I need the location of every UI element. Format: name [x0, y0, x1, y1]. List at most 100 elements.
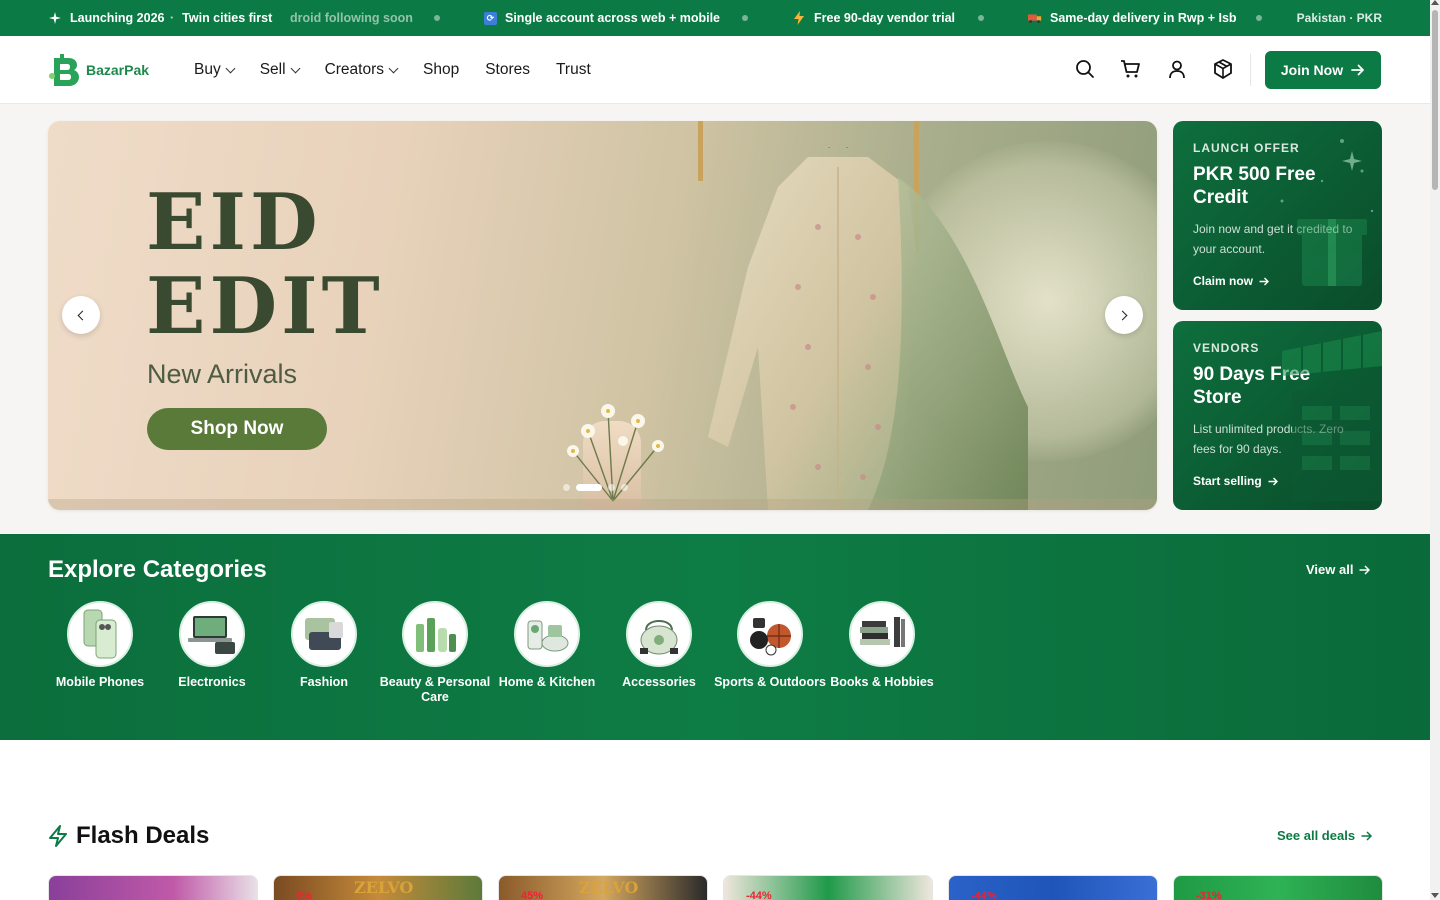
category-home-kitchen[interactable]: Home & Kitchen [491, 601, 603, 690]
site-header: BazarPak Buy Sell Creators Shop Stores T… [0, 36, 1430, 104]
join-now-button[interactable]: Join Now [1265, 51, 1381, 89]
ticker-text: Single account across web + mobile [505, 11, 720, 25]
ticker-text: droid following soon [290, 11, 413, 25]
ticker-text: Twin cities first [182, 11, 273, 25]
hero-flowers-image [567, 404, 664, 502]
region-label: Pakistan · PKR [1296, 11, 1382, 25]
category-mobile-phones[interactable]: Mobile Phones [44, 601, 156, 690]
nav-label: Trust [556, 61, 591, 78]
nav-trust[interactable]: Trust [556, 61, 591, 79]
category-books[interactable]: Books & Hobbies [826, 601, 938, 690]
books-icon [849, 601, 915, 667]
box-icon[interactable] [1212, 58, 1234, 80]
nav-sell[interactable]: Sell [259, 61, 301, 79]
search-icon[interactable] [1074, 58, 1096, 80]
category-electronics[interactable]: Electronics [156, 601, 268, 690]
chevron-down-icon [388, 63, 399, 73]
hero-title: EID EDIT [146, 181, 384, 349]
category-fashion[interactable]: Fashion [268, 601, 380, 690]
scroll-down-icon[interactable] [1431, 893, 1439, 898]
chevron-down-icon [290, 63, 301, 73]
promo-card-launch-offer[interactable]: LAUNCH OFFER PKR 500 Free Credit Join no… [1173, 121, 1382, 310]
carousel-dot[interactable] [563, 484, 570, 491]
nav-shop[interactable]: Shop [423, 61, 459, 79]
deal-card[interactable]: 45% ZELVO [498, 875, 708, 900]
ticker-item-twin: · Twin cities first [170, 11, 273, 25]
deal-card[interactable] [48, 875, 258, 900]
logo-text: BazarPak [86, 62, 150, 78]
logo-icon [48, 52, 82, 88]
logo[interactable]: BazarPak [48, 52, 149, 88]
deal-card[interactable]: 0% ZELVO [273, 875, 483, 900]
page-scrollbar[interactable] [1430, 0, 1440, 900]
nav-stores[interactable]: Stores [485, 61, 530, 79]
lightning-icon [49, 825, 67, 847]
nav-label: Stores [485, 61, 531, 78]
view-all-link[interactable]: View all [1306, 562, 1371, 577]
carousel-dot[interactable] [608, 484, 615, 491]
see-all-deals-link[interactable]: See all deals [1277, 828, 1373, 843]
ball-icon [737, 601, 803, 667]
categories-title: Explore Categories [48, 556, 267, 583]
chevron-left-icon [77, 310, 88, 320]
bag-icon [626, 601, 692, 667]
carousel-dot-active[interactable] [576, 484, 602, 491]
carousel-dot[interactable] [621, 484, 628, 491]
deal-discount-tag: -44% [746, 890, 772, 900]
category-label: Sports & Outdoors [714, 675, 826, 689]
arrow-right-icon [1259, 277, 1270, 285]
announcement-ticker: Launching 2026 · Twin cities first droid… [0, 0, 1430, 36]
ticker-text: Launching 2026 [70, 11, 165, 25]
deal-discount-tag: 45% [521, 890, 544, 900]
category-label: Books & Hobbies [830, 675, 934, 689]
nav-buy[interactable]: Buy [194, 61, 236, 79]
promo-card-vendors[interactable]: VENDORS 90 Days Free Store List unlimite… [1173, 321, 1382, 510]
chevron-right-icon [1117, 310, 1128, 320]
promo-link-label: Start selling [1193, 474, 1262, 488]
header-divider [1250, 54, 1251, 86]
hero-title-line: EDIT [146, 261, 384, 352]
category-label: Mobile Phones [55, 675, 145, 689]
storefront-illustration [1282, 331, 1382, 501]
nav-label: Creators [324, 61, 385, 78]
category-accessories[interactable]: Accessories [603, 601, 715, 690]
nav-label: Sell [259, 61, 286, 78]
promo-link-label: Claim now [1193, 274, 1254, 288]
sync-icon: ⟳ [484, 11, 497, 25]
header-actions [1074, 58, 1234, 80]
scroll-up-icon[interactable] [1431, 0, 1439, 5]
category-sports[interactable]: Sports & Outdoors [714, 601, 826, 690]
carousel-prev-button[interactable] [62, 296, 100, 334]
ticker-separator [434, 15, 440, 21]
deal-card[interactable]: -44% [723, 875, 933, 900]
gift-box-illustration [1280, 139, 1374, 286]
hero-dress-image [708, 147, 1028, 510]
deal-discount-tag: -44% [971, 890, 997, 900]
category-label: Fashion [300, 675, 348, 689]
cart-icon[interactable] [1120, 58, 1142, 80]
category-label: Beauty & Personal Care [379, 675, 491, 704]
nav-creators[interactable]: Creators [324, 61, 399, 79]
flash-deals-title-text: Flash Deals [76, 822, 210, 849]
ticker-separator [742, 15, 748, 21]
category-label: Home & Kitchen [498, 675, 596, 689]
category-beauty[interactable]: Beauty & Personal Care [379, 601, 491, 705]
join-now-label: Join Now [1280, 62, 1344, 78]
main-nav: Buy Sell Creators Shop Stores Trust [194, 36, 591, 104]
carousel-next-button[interactable] [1105, 296, 1143, 334]
user-icon[interactable] [1166, 58, 1188, 80]
carousel-dots [563, 484, 628, 491]
hero-shelf [48, 499, 1157, 510]
deal-card[interactable]: -31% [1173, 875, 1383, 900]
flash-deals-title: Flash Deals [48, 822, 209, 850]
claim-now-link[interactable]: Claim now [1193, 274, 1270, 288]
ticker-separator [978, 15, 984, 21]
ticker-text: Free 90-day vendor trial [814, 11, 956, 25]
scrollbar-thumb[interactable] [1432, 10, 1438, 190]
start-selling-link[interactable]: Start selling [1193, 474, 1278, 488]
flash-deals-section: Flash Deals See all deals 0% ZELVO 45% Z… [0, 740, 1430, 900]
deal-brand: ZELVO [579, 878, 639, 897]
deal-card[interactable]: -44% [948, 875, 1158, 900]
shop-now-button[interactable]: Shop Now [147, 408, 327, 450]
categories-section: Explore Categories View all Mobile Phone… [0, 534, 1430, 740]
